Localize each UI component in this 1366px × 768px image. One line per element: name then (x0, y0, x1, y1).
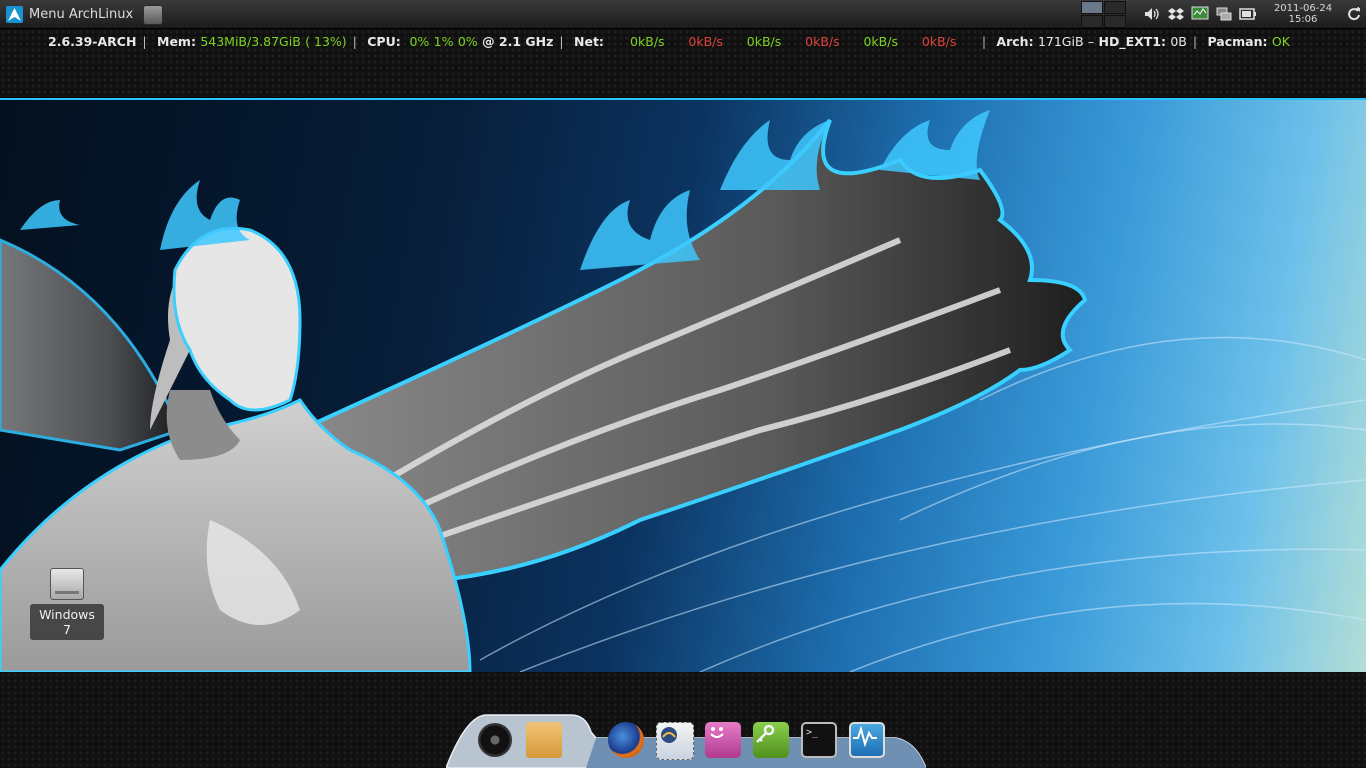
mem-label: Mem: (157, 34, 196, 49)
net-rate-5: 0kB/s (863, 34, 898, 49)
cpu-frequency: @ 2.1 GHz (482, 34, 554, 49)
net-rate-6: 0kB/s (921, 34, 957, 49)
net-rate-4: 0kB/s (805, 34, 840, 49)
dropbox-icon[interactable] (1166, 4, 1186, 24)
arch-value: 171GiB (1037, 34, 1084, 49)
net-rate-3: 0kB/s (746, 34, 782, 49)
pacman-status: OK (1271, 34, 1290, 49)
network-wired-icon[interactable] (1214, 4, 1234, 24)
pacman-label: Pacman: (1207, 34, 1268, 49)
chat-icon[interactable] (705, 722, 741, 758)
cpu-core-2: 1% (433, 34, 454, 49)
arch-logo-icon (6, 5, 23, 23)
kernel-version: 2.6.39-ARCH (48, 34, 137, 49)
workspace-3[interactable] (1081, 14, 1103, 28)
cpu-core-3: 0% (457, 34, 478, 49)
cpu-label: CPU: (367, 34, 401, 49)
system-tray: 2011-06-24 15:06 (1081, 0, 1366, 28)
angel-artwork (0, 110, 1366, 672)
top-panel: Menu ArchLinux 2011-06-24 15:06 (0, 0, 1366, 29)
mem-used: 543MiB/3.87GiB (200, 34, 301, 49)
keys-icon[interactable] (753, 722, 789, 758)
archive-manager-icon[interactable] (143, 5, 163, 25)
battery-icon[interactable] (1238, 4, 1258, 24)
workspace-4[interactable] (1104, 14, 1126, 28)
media-player-icon[interactable] (478, 723, 512, 757)
update-icon[interactable] (1344, 4, 1364, 24)
net-label: Net: (574, 34, 604, 49)
clock-time: 15:06 (1288, 14, 1318, 25)
mail-icon[interactable] (656, 722, 694, 760)
workspace-2[interactable] (1104, 0, 1126, 14)
net-rate-1: 0kB/s (630, 34, 665, 49)
conky-bar: 2.6.39-ARCH | Mem: 543MiB/3.87GiB ( 13%) |… (0, 29, 1366, 97)
system-monitor-icon[interactable] (849, 722, 885, 758)
folder-icon[interactable] (526, 722, 562, 758)
clock-date: 2011-06-24 (1273, 3, 1333, 14)
desktop-icon-label: Windows 7 (30, 604, 104, 640)
hd-label: HD_EXT1: (1098, 34, 1167, 49)
firefox-icon[interactable] (608, 722, 644, 758)
menu-button[interactable]: Menu ArchLinux (6, 4, 133, 24)
arch-label: Arch: (996, 34, 1034, 49)
clock[interactable]: 2011-06-24 15:06 (1268, 3, 1338, 25)
terminal-prompt: >_ (806, 727, 819, 738)
workspace-pager[interactable] (1081, 0, 1126, 28)
volume-icon[interactable] (1142, 4, 1162, 24)
drive-icon (50, 568, 84, 600)
hd-value: 0B (1170, 34, 1187, 49)
conky-status-line: 2.6.39-ARCH | Mem: 543MiB/3.87GiB ( 13%) |… (48, 34, 1290, 49)
mem-percent: ( 13%) (305, 34, 347, 49)
workspace-1[interactable] (1081, 0, 1103, 14)
terminal-icon[interactable]: >_ (801, 722, 837, 758)
desktop-wallpaper (0, 98, 1366, 674)
network-monitor-icon[interactable] (1190, 4, 1210, 24)
desktop-icon-windows7[interactable]: Windows 7 (30, 568, 104, 640)
dock: >_ (446, 712, 926, 768)
cpu-core-1: 0% (409, 34, 430, 49)
net-rate-2: 0kB/s (688, 34, 723, 49)
menu-label: Menu ArchLinux (29, 6, 134, 22)
